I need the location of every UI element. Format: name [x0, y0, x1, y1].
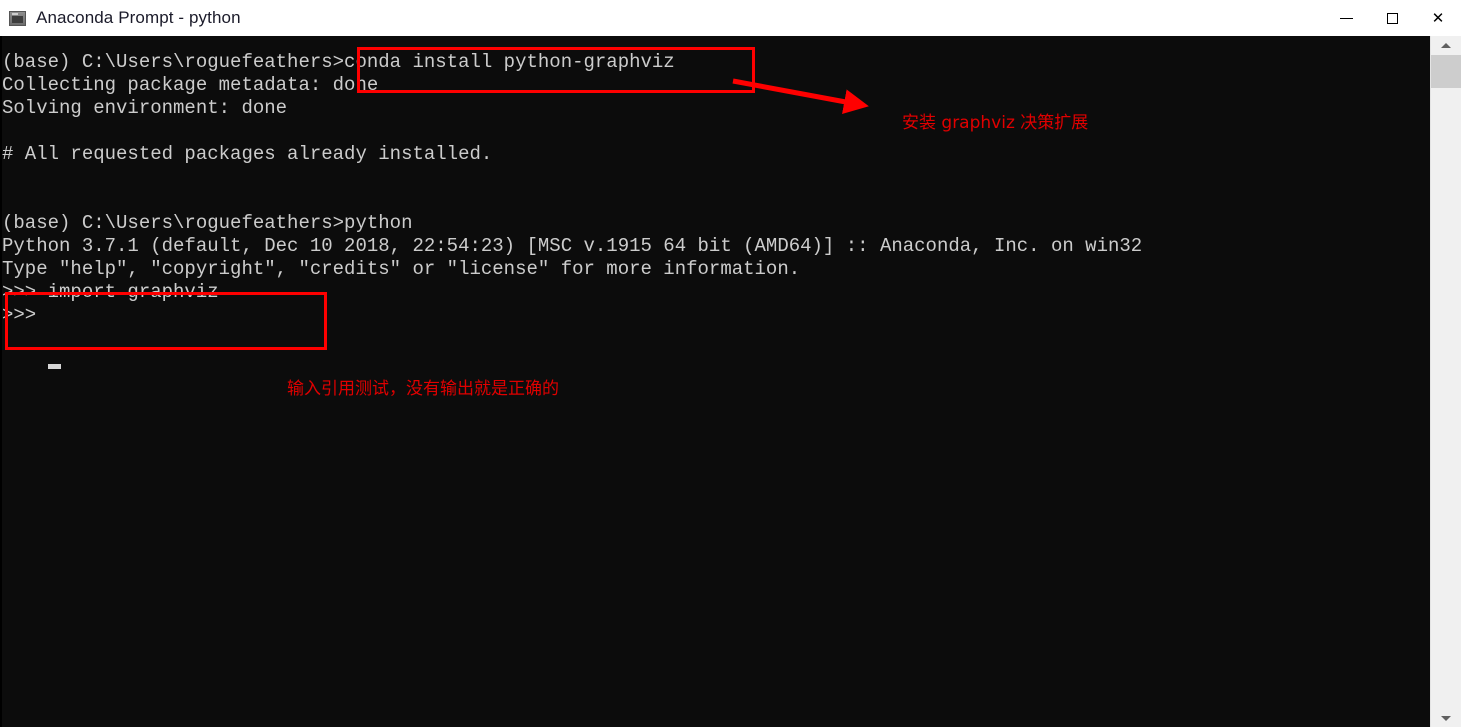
close-button[interactable]: ✕: [1415, 0, 1461, 36]
terminal-line: Collecting package metadata: done: [2, 74, 379, 96]
terminal-line: (base) C:\Users\roguefeathers>conda inst…: [2, 51, 675, 73]
terminal-line: >>> import graphviz: [2, 281, 219, 303]
terminal-text: (base) C:\Users\roguefeathers>conda inst…: [2, 36, 1430, 327]
scrollbar-thumb[interactable]: [1431, 55, 1461, 88]
chevron-down-icon: [1441, 715, 1451, 721]
close-icon: ✕: [1431, 9, 1445, 27]
console-window-icon: [9, 10, 26, 26]
terminal-line: Solving environment: done: [2, 97, 288, 119]
terminal-line: (base) C:\Users\roguefeathers>python: [2, 212, 413, 234]
window-title: Anaconda Prompt - python: [36, 8, 241, 27]
anaconda-prompt-window: Anaconda Prompt - python ✕ (base) C:\Use…: [0, 0, 1461, 727]
terminal-line: # All requested packages already install…: [2, 143, 493, 165]
scroll-up-button[interactable]: [1431, 36, 1461, 54]
window-titlebar[interactable]: Anaconda Prompt - python ✕: [0, 0, 1461, 37]
scroll-down-button[interactable]: [1431, 709, 1461, 727]
maximize-button[interactable]: [1369, 0, 1415, 36]
maximize-icon: [1386, 12, 1398, 24]
terminal-output-area[interactable]: (base) C:\Users\roguefeathers>conda inst…: [0, 36, 1430, 727]
minimize-button[interactable]: [1323, 0, 1369, 36]
vertical-scrollbar[interactable]: [1430, 36, 1461, 727]
terminal-line: >>>: [2, 304, 48, 326]
window-controls: ✕: [1323, 0, 1461, 36]
terminal-cursor: [48, 364, 61, 369]
chevron-up-icon: [1441, 42, 1451, 48]
terminal-line: Type "help", "copyright", "credits" or "…: [2, 258, 801, 280]
minimize-icon: [1339, 17, 1353, 19]
terminal-line: Python 3.7.1 (default, Dec 10 2018, 22:5…: [2, 235, 1143, 257]
